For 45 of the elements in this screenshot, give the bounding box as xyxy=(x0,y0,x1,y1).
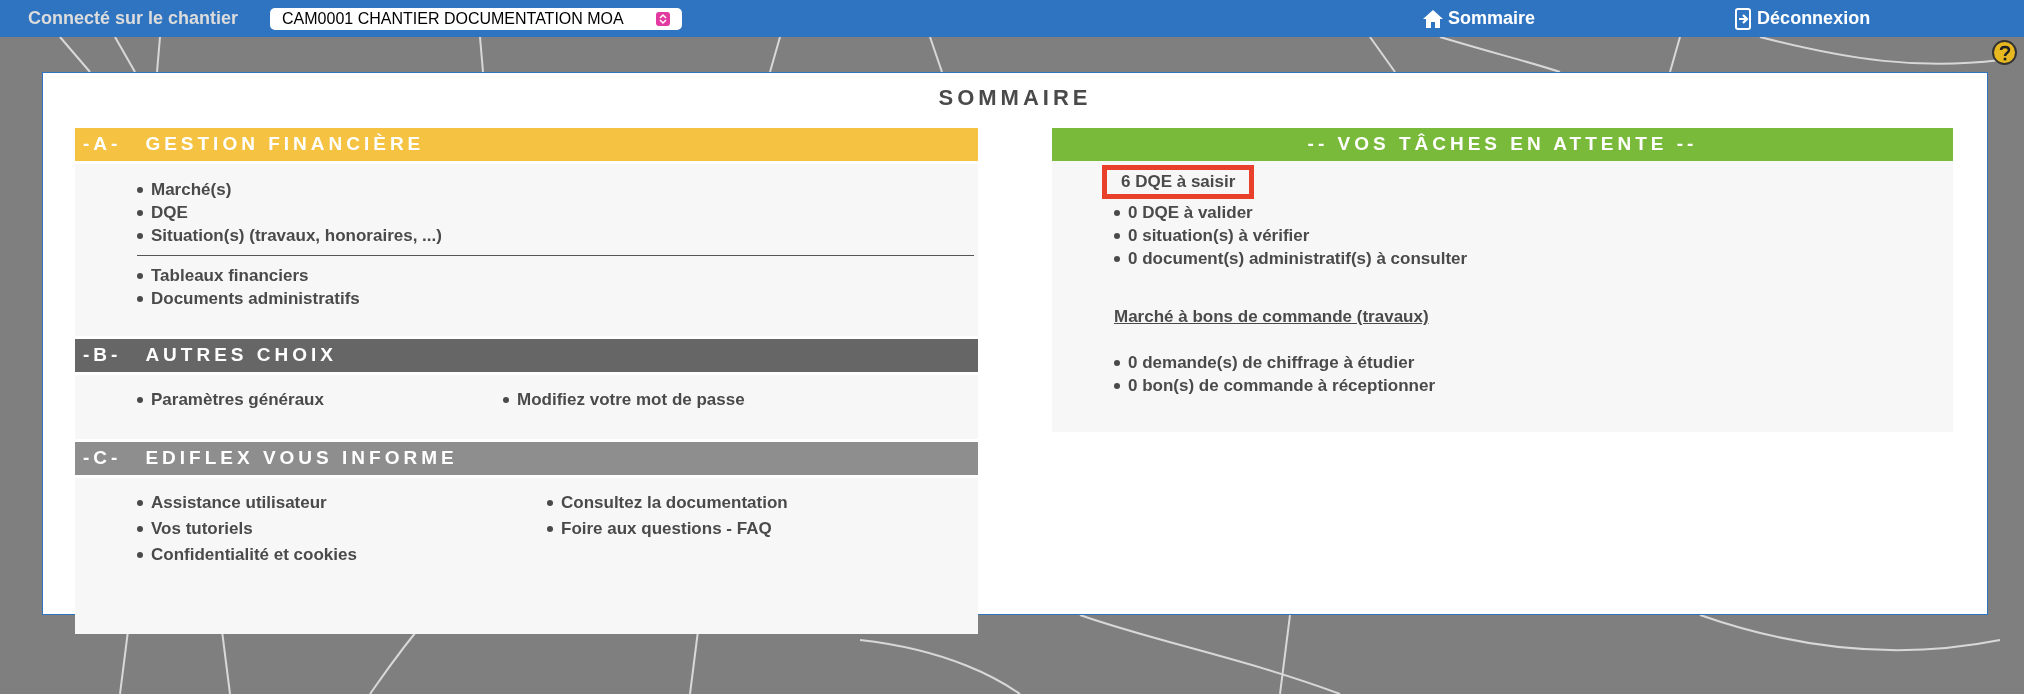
menu-link[interactable]: Consultez la documentation xyxy=(561,490,788,516)
bullet-icon xyxy=(1114,255,1120,262)
bullet-icon xyxy=(1114,360,1120,366)
menu-link[interactable]: Confidentialité et cookies xyxy=(151,542,357,568)
logout-icon xyxy=(1735,7,1754,30)
bullet-icon xyxy=(137,552,143,558)
bullet-icon xyxy=(503,397,509,403)
home-icon xyxy=(1422,7,1445,30)
nav-link[interactable]: Déconnexion xyxy=(1735,5,1871,32)
bullet-icon xyxy=(1114,383,1120,389)
menu-link[interactable]: Paramètres généraux xyxy=(151,387,324,413)
bullet-icon xyxy=(137,186,143,193)
help-button[interactable] xyxy=(1992,40,2017,65)
bullet-icon xyxy=(1114,232,1120,239)
help-icon xyxy=(1998,44,2011,61)
section-letter: -C- xyxy=(83,446,122,471)
menu-link[interactable]: Vos tutoriels xyxy=(151,516,253,542)
section-letter: -B- xyxy=(83,343,122,368)
bullet-icon xyxy=(137,526,143,532)
site-select[interactable]: CAM0001 CHANTIER DOCUMENTATION MOA xyxy=(270,7,683,30)
section-title: EDIFLEX VOUS INFORME xyxy=(145,446,458,471)
bullet-icon xyxy=(137,397,143,403)
subheading-link[interactable]: Marché à bons de commande (travaux) xyxy=(1114,304,1429,330)
menu-link[interactable]: 0 bon(s) de commande à réceptionner xyxy=(1128,373,1435,399)
bullet-icon xyxy=(137,232,143,239)
bullet-icon xyxy=(137,500,143,506)
page-title: SOMMAIRE xyxy=(937,84,1093,112)
tasks-header: -- VOS TÂCHES EN ATTENTE -- xyxy=(1052,128,1953,161)
menu-link[interactable]: Foire aux questions - FAQ xyxy=(561,516,772,542)
site-label: Connecté sur le chantier xyxy=(28,7,239,30)
bullet-icon xyxy=(547,500,553,506)
section-letter: -A- xyxy=(83,132,122,157)
section-title: AUTRES CHOIX xyxy=(145,343,337,368)
stepper-icon xyxy=(656,11,671,26)
task-link[interactable]: 6 DQE à saisir xyxy=(1102,165,1255,199)
menu-link[interactable]: 0 demande(s) de chiffrage à étudier xyxy=(1128,350,1415,376)
menu-link[interactable]: Assistance utilisateur xyxy=(151,490,327,516)
bullet-icon xyxy=(137,272,143,279)
bullet-icon xyxy=(137,295,143,302)
bullet-icon xyxy=(1114,209,1120,216)
section-title: GESTION FINANCIÈRE xyxy=(145,132,425,157)
menu-link[interactable]: Modifiez votre mot de passe xyxy=(517,387,745,413)
bullet-icon xyxy=(137,209,143,216)
bullet-icon xyxy=(547,526,553,532)
nav-link[interactable]: Sommaire xyxy=(1422,5,1536,32)
